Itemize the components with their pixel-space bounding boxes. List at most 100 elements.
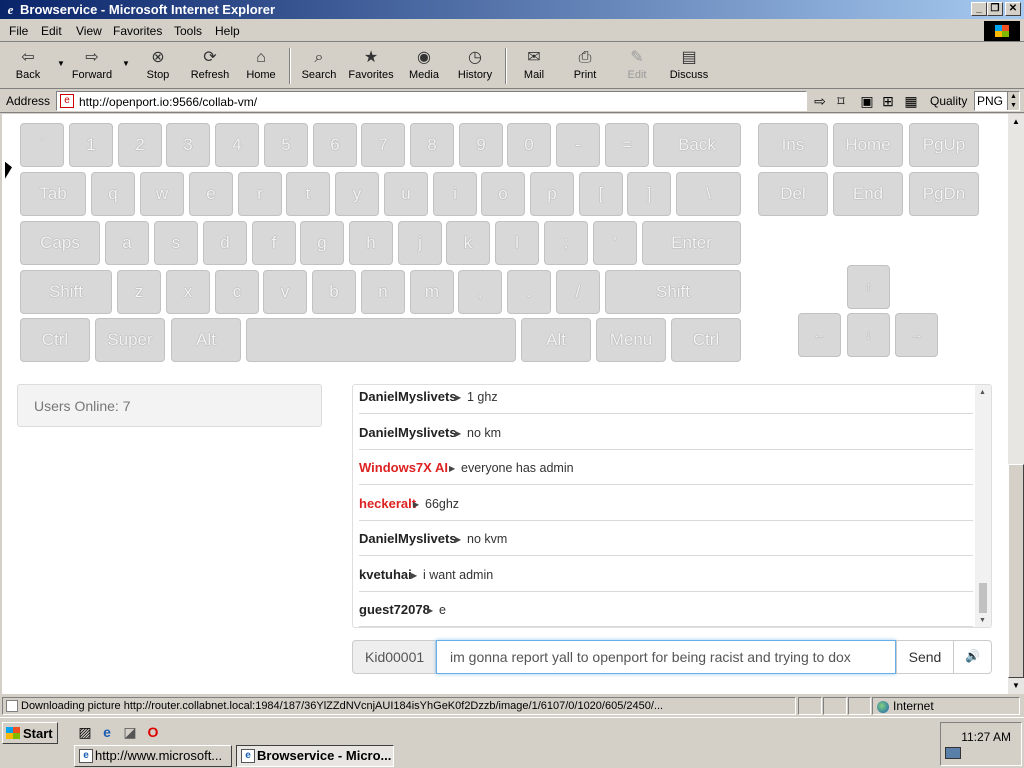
key-top-row-7[interactable]: u [384,172,428,216]
clipboard-icon[interactable]: ▦ [903,93,919,109]
key-arrow-right[interactable]: → [895,313,938,357]
key-shift-row-10[interactable]: / [556,270,600,314]
key-home-row-3[interactable]: d [203,221,247,265]
key-number-row-0[interactable]: ` [20,123,64,167]
key-arrow-down[interactable]: ↓ [847,313,890,357]
key-bottom-row-1[interactable]: Super [95,318,165,362]
key-home-row-12[interactable]: Enter [642,221,741,265]
key-home-row-10[interactable]: ; [544,221,588,265]
back-button[interactable]: ⇦ Back [0,46,56,86]
key-bottom-row-2[interactable]: Alt [171,318,241,362]
key-top-row-6[interactable]: y [335,172,379,216]
key-top-row-12[interactable]: ] [627,172,671,216]
key-top-row-3[interactable]: e [189,172,233,216]
key-shift-row-0[interactable]: Shift [20,270,112,314]
key-bottom-row-5[interactable]: Menu [596,318,666,362]
key-home-row-9[interactable]: l [495,221,539,265]
menu-help[interactable]: Help [215,24,240,38]
key-space[interactable] [246,318,516,362]
refresh-button[interactable]: ⟳ Refresh [182,46,238,86]
opera-icon[interactable]: O [144,723,162,741]
send-button[interactable]: Send [896,640,954,674]
close-button[interactable]: ✕ [1005,2,1021,16]
key-bottom-row-6[interactable]: Ctrl [671,318,741,362]
key-number-row-5[interactable]: 5 [264,123,308,167]
key-shift-row-1[interactable]: z [117,270,161,314]
minimize-button[interactable]: _ [971,2,987,16]
binoculars-icon[interactable]: ⊞ [880,93,896,109]
page-scrollbar[interactable]: ▲ ▼ [1008,114,1024,694]
key-nav-home[interactable]: Home [833,123,903,167]
quality-spinner-icon[interactable]: ▲ ▼ [1007,92,1019,110]
key-number-row-3[interactable]: 3 [166,123,210,167]
volume-button[interactable]: 🔊 [953,640,992,674]
forward-dropdown-icon[interactable]: ▼ [122,59,130,68]
key-top-row-9[interactable]: o [481,172,525,216]
key-shift-row-4[interactable]: v [263,270,307,314]
key-number-row-6[interactable]: 6 [313,123,357,167]
key-number-row-1[interactable]: 1 [69,123,113,167]
key-number-row-2[interactable]: 2 [118,123,162,167]
key-home-row-1[interactable]: a [105,221,149,265]
key-home-row-11[interactable]: ' [593,221,637,265]
key-top-row-1[interactable]: q [91,172,135,216]
key-nav-pgdn[interactable]: PgDn [909,172,979,216]
key-home-row-4[interactable]: f [252,221,296,265]
key-shift-row-2[interactable]: x [166,270,210,314]
key-number-row-7[interactable]: 7 [361,123,405,167]
key-home-row-6[interactable]: h [349,221,393,265]
search-button[interactable]: ⌕ Search [291,46,347,86]
favorites-button[interactable]: ★ Favorites [343,46,399,86]
key-arrow-left[interactable]: ← [798,313,841,357]
task-microsoft[interactable]: e http://www.microsoft... [74,745,232,767]
key-nav-end[interactable]: End [833,172,903,216]
history-button[interactable]: ◷ History [447,46,503,86]
key-nav-pgup[interactable]: PgUp [909,123,979,167]
key-nav-del[interactable]: Del [758,172,828,216]
start-button[interactable]: Start [2,722,58,744]
key-top-row-11[interactable]: [ [579,172,623,216]
mail-button[interactable]: ✉ Mail [506,46,562,86]
key-shift-row-11[interactable]: Shift [605,270,741,314]
scroll-down-icon[interactable]: ▼ [1008,678,1024,694]
key-number-row-13[interactable]: Back [653,123,741,167]
chat-input[interactable]: im gonna report yall to openport for bei… [436,640,896,674]
key-shift-row-7[interactable]: m [410,270,454,314]
key-top-row-2[interactable]: w [140,172,184,216]
menu-view[interactable]: View [76,24,102,38]
menu-favorites[interactable]: Favorites [113,24,162,38]
key-home-row-8[interactable]: k [446,221,490,265]
key-top-row-8[interactable]: i [433,172,477,216]
task-browservice[interactable]: e Browservice - Micro... [236,745,394,767]
key-shift-row-5[interactable]: b [312,270,356,314]
scroll-up-icon[interactable]: ▲ [979,389,986,396]
key-home-row-5[interactable]: g [300,221,344,265]
menu-edit[interactable]: Edit [41,24,62,38]
go-arrow-icon[interactable]: ⇨ [812,93,828,109]
discuss-button[interactable]: ▤ Discuss [661,46,717,86]
print-button[interactable]: ⎙ Print [557,46,613,86]
restore-button[interactable]: ❐ [987,2,1003,16]
bookmark-icon[interactable]: ⌑ [833,93,849,109]
menu-tools[interactable]: Tools [174,24,202,38]
key-arrow-up[interactable]: ↑ [847,265,890,309]
quality-select[interactable]: PNG ▲ ▼ [974,91,1020,111]
key-number-row-11[interactable]: - [556,123,600,167]
key-top-row-13[interactable]: \ [676,172,741,216]
key-bottom-row-4[interactable]: Alt [521,318,591,362]
key-nav-ins[interactable]: Ins [758,123,828,167]
key-shift-row-6[interactable]: n [361,270,405,314]
forward-button[interactable]: ⇨ Forward [64,46,120,86]
scroll-down-icon[interactable]: ▼ [979,617,986,624]
key-bottom-row-0[interactable]: Ctrl [20,318,90,362]
home-button[interactable]: ⌂ Home [233,46,289,86]
key-top-row-4[interactable]: r [238,172,282,216]
key-top-row-5[interactable]: t [286,172,330,216]
key-top-row-0[interactable]: Tab [20,172,86,216]
page-scroll-thumb[interactable] [1008,464,1024,678]
key-top-row-10[interactable]: p [530,172,574,216]
ie-launch-icon[interactable]: e [98,723,116,741]
media-button[interactable]: ◉ Media [396,46,452,86]
stop-button[interactable]: ⊗ Stop [130,46,186,86]
key-shift-row-9[interactable]: . [507,270,551,314]
